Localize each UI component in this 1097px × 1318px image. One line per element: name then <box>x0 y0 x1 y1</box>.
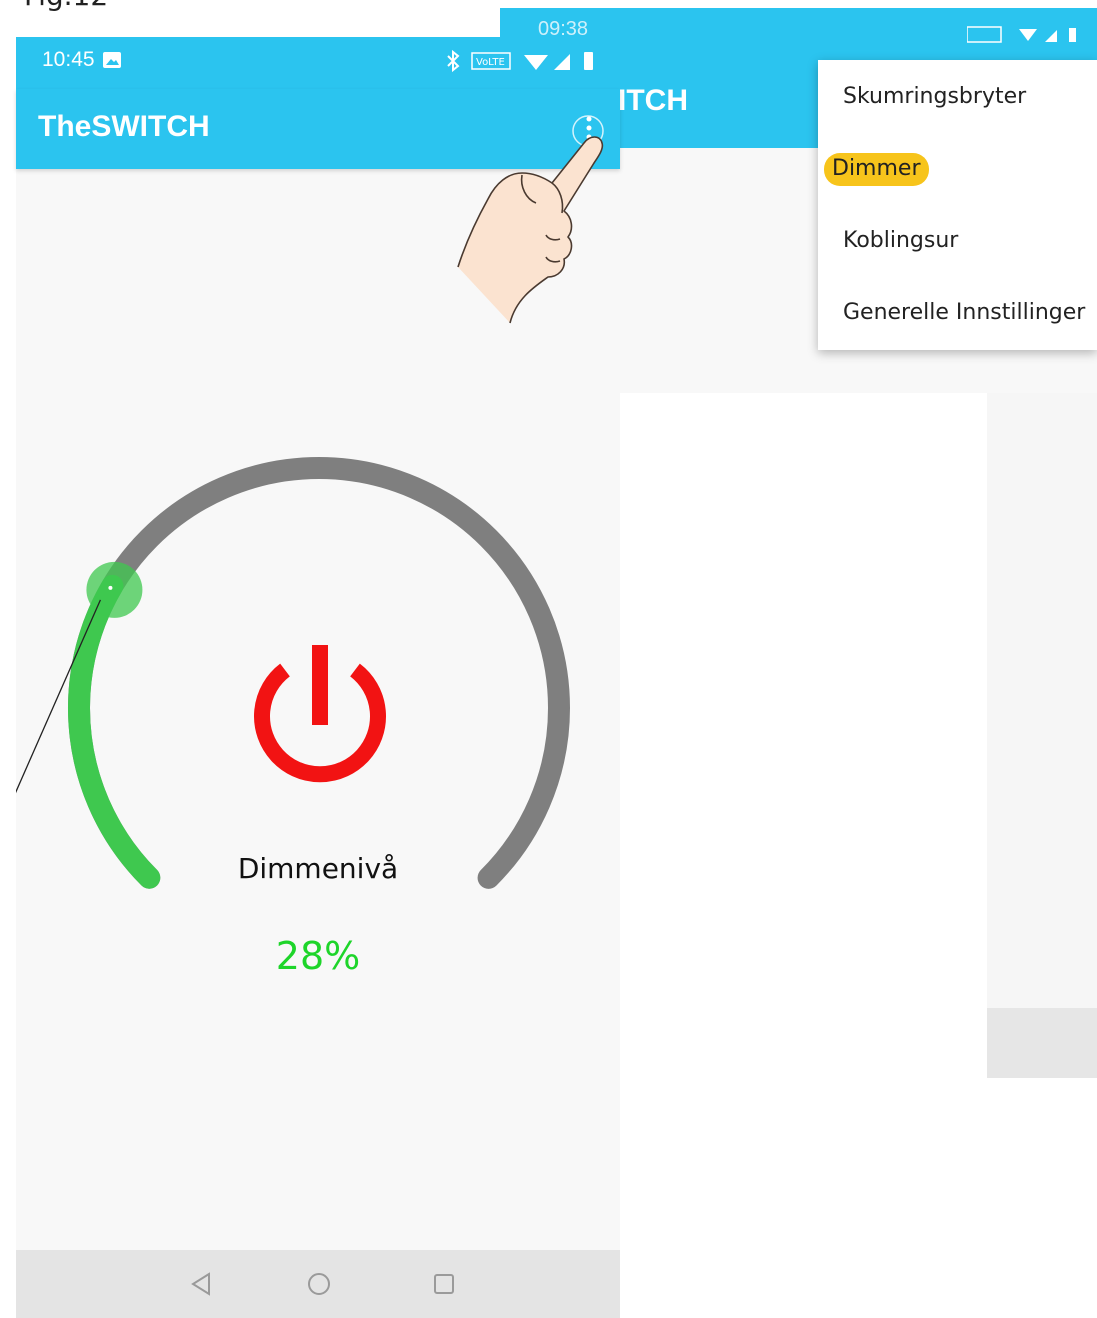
menu-item-generelle-innstillinger[interactable]: Generelle Innstillinger <box>843 300 1085 325</box>
back-nav-icon[interactable] <box>181 1264 221 1304</box>
pointing-hand-icon <box>457 136 604 324</box>
menu-item-dimmer[interactable]: Dimmer <box>824 153 929 186</box>
app-title: TheSWITCH <box>38 110 210 143</box>
menu-item-koblingsur[interactable]: Koblingsur <box>843 228 958 253</box>
dial-thumb-dot <box>108 585 113 590</box>
wifi-icon <box>524 55 548 70</box>
menu-item-skumringsbryter[interactable]: Skumringsbryter <box>843 84 1026 109</box>
dial-active-arc <box>68 574 161 889</box>
battery-icon <box>1069 28 1076 42</box>
image-notification-icon <box>103 52 121 68</box>
front-screen: 10:45 VoLTE TheSWITCH Dimmenivå 28% <box>16 37 620 1318</box>
dial-thumb <box>86 561 143 618</box>
wifi-icon <box>1019 29 1037 41</box>
status-bar: 10:45 VoLTE <box>16 37 620 89</box>
back-lower-area <box>987 393 1097 1078</box>
home-nav-icon[interactable] <box>299 1264 339 1304</box>
volte-icon-text: VoLTE <box>476 57 505 68</box>
overflow-menu: Skumringsbryter Dimmer Koblingsur Genere… <box>818 60 1097 350</box>
dimmer-level-value: 28% <box>275 934 361 978</box>
status-icons: VoLTE <box>447 49 593 73</box>
figure-label: Fig.12 <box>24 0 108 10</box>
bluetooth-icon <box>447 49 460 73</box>
battery-icon <box>584 52 593 70</box>
signal-icon <box>554 54 570 70</box>
recents-nav-icon[interactable] <box>424 1264 464 1304</box>
signal-icon <box>1045 30 1057 42</box>
back-app-title: ITCH <box>618 84 688 117</box>
volte-icon <box>967 26 1002 43</box>
status-time: 10:45 <box>42 48 95 71</box>
back-nav-bar <box>987 1008 1097 1078</box>
power-icon[interactable] <box>245 642 395 792</box>
nav-bar <box>16 1250 620 1318</box>
dimmer-level-label: Dimmenivå <box>237 852 399 885</box>
back-status-icons <box>967 26 1076 43</box>
back-blank-area <box>620 393 987 1078</box>
